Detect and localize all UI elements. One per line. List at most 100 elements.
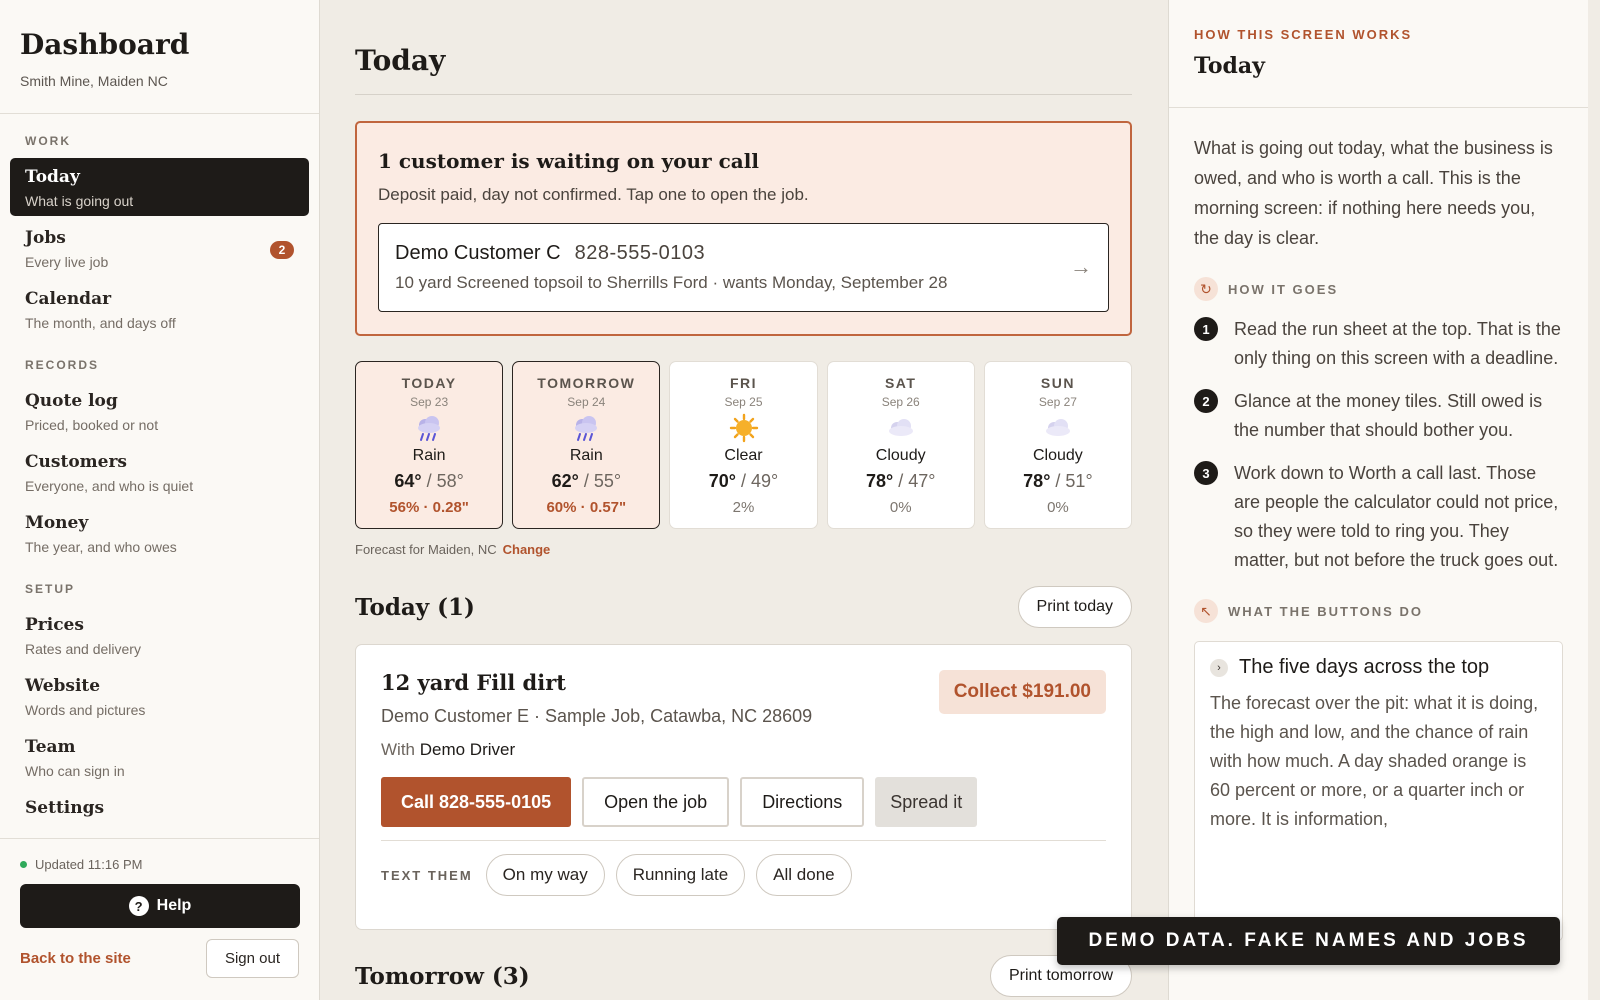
step-text: Work down to Worth a call last. Those ar… (1234, 463, 1559, 570)
sun-icon (670, 413, 816, 443)
accordion-toggle[interactable]: › The five days across the top (1210, 656, 1547, 679)
tomorrow-section-header: Tomorrow (3) Print tomorrow (355, 955, 1132, 997)
forecast-condition: Rain (412, 447, 446, 464)
accordion-title: The five days across the top (1239, 656, 1490, 678)
forecast-high: 64° (394, 471, 422, 491)
sidebar-item-today[interactable]: Today What is going out (10, 158, 309, 216)
app-title: Dashboard (20, 28, 190, 61)
help-button[interactable]: ? Help (20, 884, 300, 928)
forecast-day-name: SAT (884, 375, 917, 391)
customer-job-detail: 10 yard Screened topsoil to Sherrills Fo… (395, 273, 948, 292)
help-icon: ? (128, 896, 149, 916)
rain-cloud-icon (513, 413, 659, 443)
call-customer-button[interactable]: Call 828-555-0105 (381, 777, 572, 827)
forecast-low: / 51° (1055, 471, 1093, 491)
forecast-temps: 78° / 51° (985, 471, 1131, 492)
driver-prefix: With (381, 740, 415, 759)
nav-section-work: WORK (25, 134, 71, 148)
spread-it-button[interactable]: Spread it (875, 777, 978, 827)
sidebar-item-money[interactable]: Money The year, and who owes (10, 504, 309, 562)
forecast-high: 78° (865, 471, 894, 491)
sidebar-item-team[interactable]: Team Who can sign in (10, 728, 309, 786)
forecast-condition: Cloudy (1033, 447, 1083, 464)
forecast-location: Forecast for Maiden, NC (355, 542, 497, 557)
sidebar-item-website[interactable]: Website Words and pictures (10, 667, 309, 725)
forecast-day-name: FRI (729, 375, 758, 391)
waiting-customer-card[interactable]: Demo Customer C 828-555-0103 10 yard Scre… (378, 223, 1109, 312)
sidebar-item-settings[interactable]: Settings (10, 789, 309, 840)
print-today-button[interactable]: Print today (1017, 586, 1132, 628)
driver-name: Demo Driver (419, 740, 516, 759)
sidebar-item-label: Settings (25, 798, 105, 818)
jobs-count-badge: 2 (270, 241, 294, 259)
forecast-date: Sep 23 (410, 395, 449, 409)
customer-name: Demo Customer C (395, 242, 561, 264)
help-step: 3 Work down to Worth a call last. Those … (1194, 459, 1563, 575)
sidebar-item-prices[interactable]: Prices Rates and delivery (10, 606, 309, 664)
cloud-icon (985, 413, 1131, 443)
back-to-site-link[interactable]: Back to the site (20, 950, 131, 967)
sidebar-item-sub: Rates and delivery (25, 641, 141, 657)
open-job-button[interactable]: Open the job (582, 777, 730, 827)
forecast-note: Forecast for Maiden, NC Change (355, 542, 550, 557)
sidebar-footer: Updated 11:16 PM ? Help Back to the site… (0, 838, 319, 1000)
text-them-row: TEXT THEM On my way Running late All don… (381, 854, 1106, 896)
step-number: 1 (1194, 317, 1218, 341)
forecast-condition: Rain (569, 447, 603, 464)
forecast-day-sat: SAT Sep 26 Cloudy 78° / 47° 0% (826, 361, 975, 529)
help-title: Today (1194, 53, 1265, 79)
sign-out-button[interactable]: Sign out (205, 939, 299, 978)
forecast-rain: 0% (889, 499, 912, 516)
accordion-five-days: › The five days across the top The forec… (1194, 641, 1563, 941)
buttons-heading: ↖ WHAT THE BUTTONS DO (1194, 599, 1563, 623)
forecast-rain: 56% · 0.28" (389, 499, 469, 516)
sidebar-item-label: Team (25, 737, 76, 757)
directions-button[interactable]: Directions (740, 777, 865, 827)
sidebar-item-jobs[interactable]: Jobs Every live job 2 (10, 219, 309, 277)
forecast-day-tomorrow: TOMORROW Sep 24 Rain 62° / 55° 60% · 0.57" (512, 361, 661, 529)
forecast-temps: 62° / 55° (513, 471, 659, 492)
help-step: 2 Glance at the money tiles. Still owed … (1194, 387, 1563, 445)
today-section-header: Today (1) Print today (355, 586, 1132, 628)
help-panel-header: HOW THIS SCREEN WORKS Today (1169, 0, 1588, 108)
sidebar-item-label: Today (25, 167, 80, 187)
footer-actions: Back to the site Sign out (20, 939, 299, 978)
cycle-icon: ↻ (1194, 277, 1218, 301)
text-on-my-way-button[interactable]: On my way (485, 854, 605, 896)
sidebar-item-sub: Words and pictures (25, 702, 146, 718)
today-section-title: Today (1) (355, 593, 475, 621)
forecast-date: Sep 27 (1038, 395, 1077, 409)
job-card: 12 yard Fill dirt Demo Customer E · Samp… (355, 644, 1132, 930)
step-number: 3 (1194, 461, 1218, 485)
forecast-condition: Cloudy (875, 447, 926, 464)
help-step: 1 Read the run sheet at the top. That is… (1194, 315, 1563, 373)
forecast-date: Sep 24 (567, 395, 606, 409)
text-running-late-button[interactable]: Running late (615, 854, 746, 896)
forecast-condition: Clear (724, 447, 763, 464)
sidebar-item-label: Calendar (25, 289, 112, 309)
arrow-right-icon: → (1070, 254, 1092, 279)
alert-subtitle: Deposit paid, day not confirmed. Tap one… (378, 185, 809, 204)
step-number: 2 (1194, 389, 1218, 413)
forecast-day-sun: SUN Sep 27 Cloudy 78° / 51° 0% (983, 361, 1133, 529)
help-intro: What is going out today, what the busine… (1194, 138, 1553, 248)
sidebar-item-calendar[interactable]: Calendar The month, and days off (10, 280, 309, 338)
sidebar-item-sub: Everyone, and who is quiet (25, 478, 194, 494)
text-all-done-button[interactable]: All done (756, 854, 852, 896)
change-location-link[interactable]: Change (503, 542, 551, 557)
forecast-temps: 64° / 58° (356, 471, 502, 492)
collect-amount-badge: Collect $191.00 (938, 670, 1106, 714)
forecast-date: Sep 25 (724, 395, 763, 409)
forecast-strip: TODAY Sep 23 Rain 64° / 58° 56% · 0.28" TOMOR… (355, 361, 1133, 529)
forecast-low: / 49° (741, 471, 779, 491)
sidebar-item-quote-log[interactable]: Quote log Priced, booked or not (10, 382, 309, 440)
how-it-goes-heading: ↻ HOW IT GOES (1194, 277, 1563, 301)
text-them-label: TEXT THEM (381, 867, 473, 883)
status-dot-icon (20, 861, 27, 868)
updated-text: Updated 11:16 PM (35, 857, 143, 872)
help-panel-body: What is going out today, what the busine… (1169, 108, 1588, 941)
sidebar-item-sub: The year, and who owes (25, 539, 177, 555)
sidebar-item-customers[interactable]: Customers Everyone, and who is quiet (10, 443, 309, 501)
sidebar-item-sub: The month, and days off (25, 315, 176, 331)
sidebar-item-label: Money (25, 513, 89, 533)
